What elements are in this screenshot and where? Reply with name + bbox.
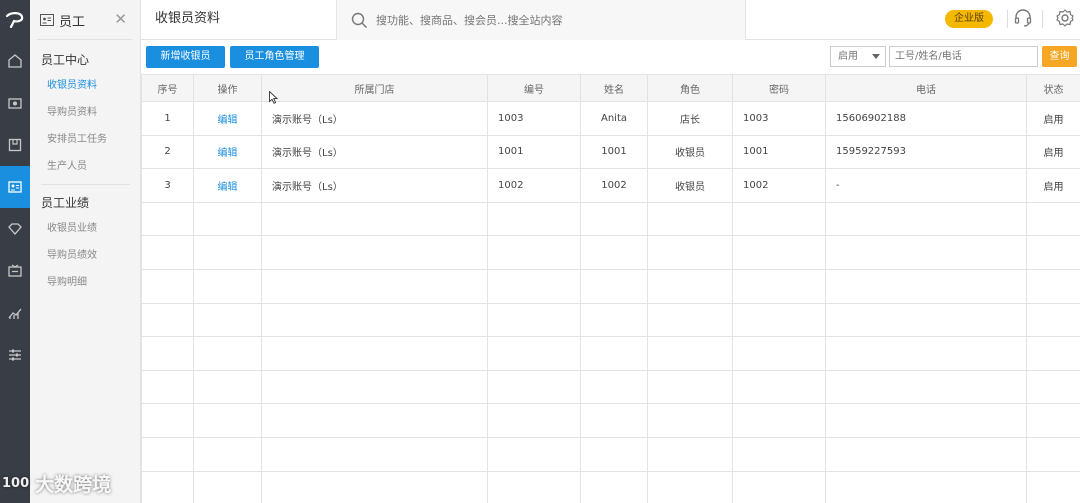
- close-icon[interactable]: ✕: [114, 12, 127, 27]
- headset-icon[interactable]: [1013, 8, 1033, 31]
- sidebar-group-staff-center: 员工中心: [41, 53, 90, 67]
- cell-status: 启用: [1026, 134, 1080, 170]
- empty-row: [141, 436, 1080, 472]
- query-input[interactable]: [889, 46, 1038, 67]
- global-search[interactable]: [336, 0, 746, 40]
- app-window: 员工 ✕ 员工中心 收银员资料 导购员资料 安排员工任务 生产人员 员工业绩 收…: [0, 0, 1080, 503]
- edit-link[interactable]: 编辑: [193, 101, 262, 136]
- sidebar-header: 员工 ✕: [30, 0, 140, 40]
- cell-phone: 15606902188: [825, 101, 1027, 136]
- staff-sidebar: 员工 ✕ 员工中心 收银员资料 导购员资料 安排员工任务 生产人员 员工业绩 收…: [30, 0, 141, 503]
- empty-row: [141, 403, 1080, 438]
- col-header-role: 角色: [647, 74, 733, 102]
- col-header-store: 所属门店: [261, 74, 488, 102]
- role-management-button[interactable]: 员工角色管理: [230, 46, 319, 68]
- search-icon: [351, 12, 368, 28]
- cell-role: 收银员: [647, 168, 733, 203]
- cell-store: 演示账号（Ls）: [261, 168, 488, 203]
- cell-phone: -: [825, 168, 1027, 203]
- add-cashier-button[interactable]: 新增收银员: [146, 46, 225, 68]
- sidebar-item-cashier-info[interactable]: 收银员资料: [30, 72, 140, 99]
- cell-store: 演示账号（Ls）: [261, 101, 488, 136]
- cell-index: 2: [141, 134, 194, 170]
- search-input[interactable]: [376, 13, 716, 27]
- rail-promo-icon[interactable]: [0, 250, 30, 292]
- toolbar: 新增收银员 员工角色管理 启用 查询: [141, 41, 1080, 74]
- sidebar-item-tasks[interactable]: 安排员工任务: [30, 126, 140, 153]
- watermark-text: 大数跨境: [35, 473, 112, 496]
- table-row[interactable]: 1 编辑 演示账号（Ls） 1003 Anita 店长 1003 1560690…: [141, 101, 1080, 136]
- empty-row: [141, 369, 1080, 405]
- watermark-mark: 100: [2, 475, 30, 491]
- col-header-action: 操作: [193, 74, 262, 102]
- cell-role: 收银员: [647, 134, 733, 170]
- top-bar: 收银员资料 企业版: [141, 0, 1080, 40]
- cell-role: 店长: [647, 101, 733, 136]
- edition-badge: 企业版: [945, 10, 993, 28]
- col-header-index: 序号: [141, 74, 194, 102]
- cell-code: 1003: [487, 101, 581, 136]
- cell-code: 1001: [487, 134, 581, 170]
- col-header-phone: 电话: [825, 74, 1027, 102]
- icon-rail: [0, 0, 30, 503]
- divider: [1007, 10, 1008, 28]
- divider: [1042, 10, 1043, 28]
- watermark: 100 大数跨境: [2, 466, 111, 500]
- sidebar-item-guide-detail[interactable]: 导购明细: [30, 269, 140, 296]
- logo: [0, 0, 30, 40]
- cell-name: 1002: [580, 168, 648, 203]
- staff-card-icon: [40, 14, 54, 26]
- empty-row: [141, 201, 1080, 237]
- mouse-cursor-icon: [269, 91, 278, 104]
- cell-index: 1: [141, 101, 194, 136]
- sidebar-item-guide-info[interactable]: 导购员资料: [30, 99, 140, 126]
- cashier-table: 序号 操作 所属门店 编号 姓名 角色 密码 电话 状态 1 编辑 演示账号（L…: [141, 74, 1080, 503]
- rail-cashier-icon[interactable]: [0, 82, 30, 124]
- sidebar-divider: [41, 184, 130, 185]
- sidebar-item-production-staff[interactable]: 生产人员: [30, 153, 140, 180]
- status-select[interactable]: 启用: [830, 46, 886, 67]
- cell-name: Anita: [580, 101, 648, 136]
- status-select-value: 启用: [838, 51, 858, 62]
- cell-index: 3: [141, 168, 194, 203]
- sidebar-group-performance: 员工业绩: [41, 196, 90, 210]
- query-button[interactable]: 查询: [1042, 46, 1077, 67]
- col-header-password: 密码: [732, 74, 826, 102]
- gear-icon[interactable]: [1055, 8, 1075, 31]
- col-header-code: 编号: [487, 74, 581, 102]
- empty-row: [141, 235, 1080, 270]
- empty-row: [141, 302, 1080, 338]
- cell-password: 1002: [732, 168, 826, 203]
- rail-member-icon[interactable]: [0, 208, 30, 250]
- table-row[interactable]: 3 编辑 演示账号（Ls） 1002 1002 收银员 1002 - 启用: [141, 168, 1080, 203]
- cell-status: 启用: [1026, 101, 1080, 136]
- page-title: 收银员资料: [155, 11, 221, 26]
- rail-report-icon[interactable]: [0, 292, 30, 334]
- empty-row: [141, 268, 1080, 304]
- rail-staff-icon[interactable]: [0, 166, 30, 208]
- chevron-down-icon: [872, 54, 880, 59]
- edit-link[interactable]: 编辑: [193, 134, 262, 170]
- empty-row: [141, 470, 1080, 503]
- cell-phone: 15959227593: [825, 134, 1027, 170]
- empty-row: [141, 336, 1080, 371]
- sidebar-title: 员工: [59, 14, 86, 30]
- cell-password: 1003: [732, 101, 826, 136]
- col-header-status: 状态: [1026, 74, 1080, 102]
- col-header-name: 姓名: [580, 74, 648, 102]
- sidebar-item-cashier-performance[interactable]: 收银员业绩: [30, 215, 140, 242]
- table-header-row: 序号 操作 所属门店 编号 姓名 角色 密码 电话 状态: [141, 74, 1080, 102]
- cell-status: 启用: [1026, 168, 1080, 203]
- table-row[interactable]: 2 编辑 演示账号（Ls） 1001 1001 收银员 1001 1595922…: [141, 134, 1080, 170]
- rail-home-icon[interactable]: [0, 40, 30, 82]
- edit-link[interactable]: 编辑: [193, 168, 262, 203]
- rail-goods-icon[interactable]: [0, 124, 30, 166]
- rail-settings-icon[interactable]: [0, 334, 30, 376]
- cell-code: 1002: [487, 168, 581, 203]
- cell-name: 1001: [580, 134, 648, 170]
- sidebar-item-guide-performance[interactable]: 导购员绩效: [30, 242, 140, 269]
- cell-password: 1001: [732, 134, 826, 170]
- cell-store: 演示账号（Ls）: [261, 134, 488, 170]
